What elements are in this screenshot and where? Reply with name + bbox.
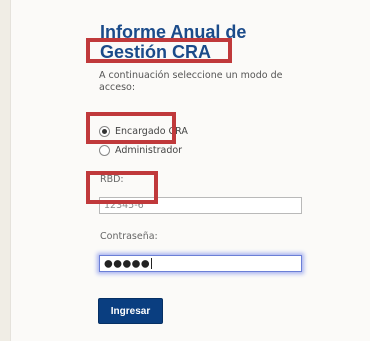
- radio-unselected-icon[interactable]: [99, 145, 110, 156]
- highlight-access-mode: [86, 112, 176, 144]
- password-label: Contraseña:: [100, 231, 158, 242]
- password-input[interactable]: ●●●●●: [99, 255, 302, 272]
- access-instructions: A continuación seleccione un modo de acc…: [99, 70, 283, 93]
- highlight-rbd: [86, 171, 158, 204]
- text-caret: [151, 258, 153, 269]
- highlight-title: [86, 38, 232, 63]
- radio-administrador-label: Administrador: [115, 145, 183, 156]
- radio-administrador[interactable]: Administrador: [99, 145, 182, 156]
- submit-button[interactable]: Ingresar: [98, 298, 163, 324]
- password-value: ●●●●●: [104, 258, 151, 270]
